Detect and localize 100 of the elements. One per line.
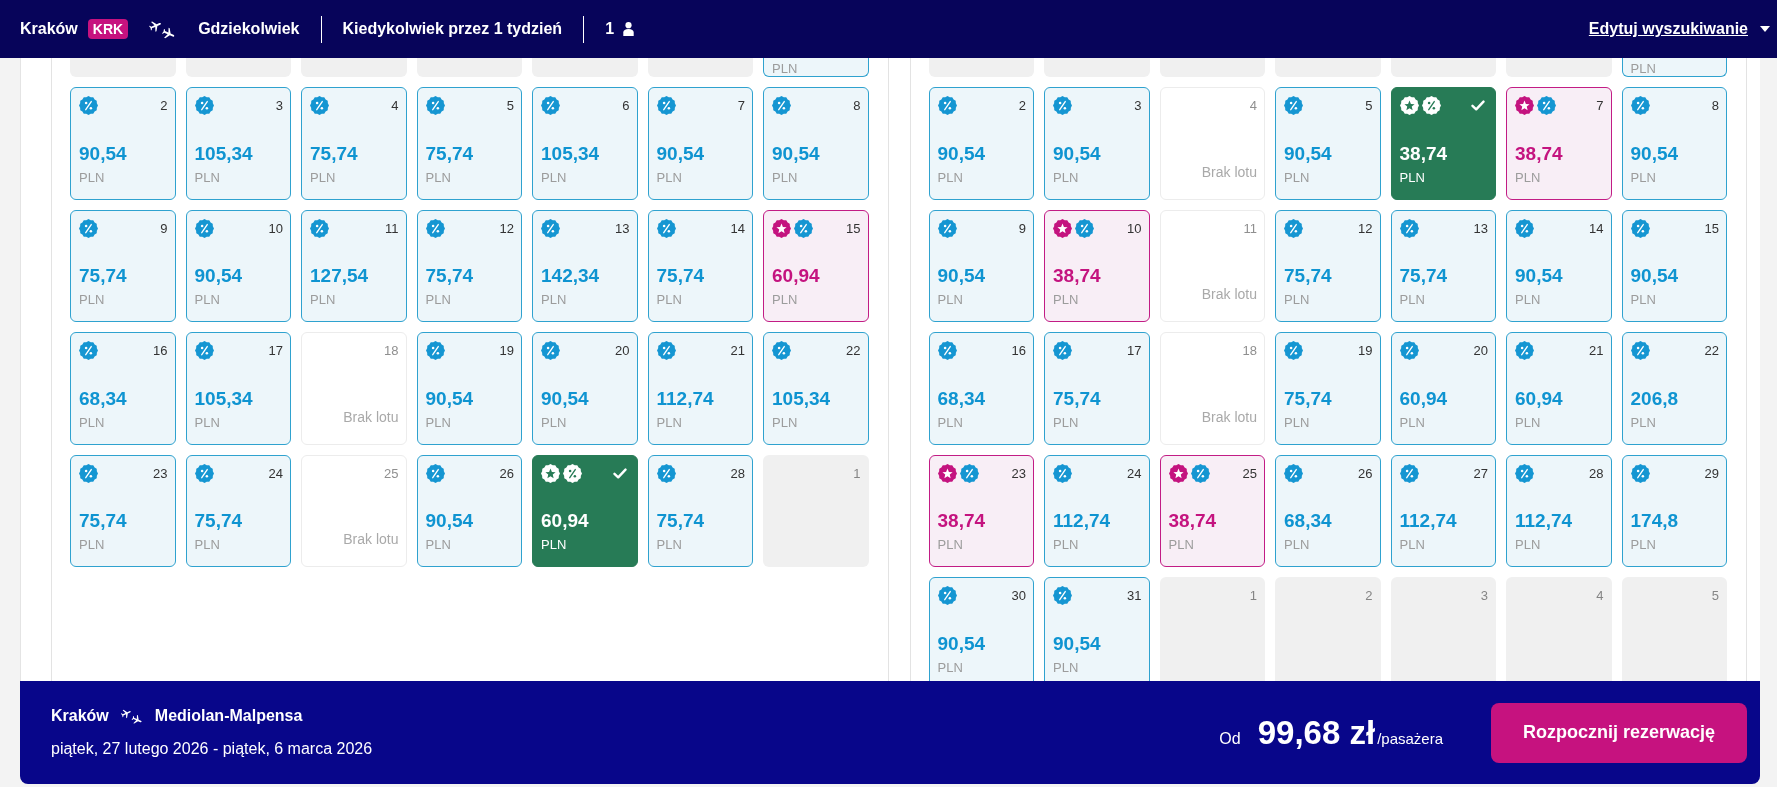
currency-label: PLN xyxy=(772,292,798,307)
fare-day-tile[interactable]: 5 90,54 PLN xyxy=(1275,87,1381,200)
fare-day-tile[interactable]: 13 142,34 PLN xyxy=(532,209,638,322)
fare-day-tile[interactable]: 60,94 PLN xyxy=(532,454,638,567)
fare-day-tile[interactable]: 28 112,74 PLN xyxy=(1506,454,1612,567)
travel-dates: piątek, 27 lutego 2026 - piątek, 6 marca 2026 xyxy=(51,740,373,758)
fare-day-tile[interactable]: 16 68,34 PLN xyxy=(70,332,176,445)
fare-day-tile[interactable]: 28 75,74 PLN xyxy=(647,454,753,567)
fare-day-tile[interactable]: 2 90,54 PLN xyxy=(70,87,176,200)
fare-day-tile[interactable]: 22 105,34 PLN xyxy=(763,332,869,445)
fare-day-tile[interactable]: 7 90,54 PLN xyxy=(647,87,753,200)
fare-day-tile[interactable]: 21 112,74 PLN xyxy=(647,332,753,445)
day-number: 26 xyxy=(499,465,514,481)
fare-day-tile[interactable]: 13 75,74 PLN xyxy=(1390,209,1496,322)
fare-day-tile[interactable]: 21 60,94 PLN xyxy=(1506,332,1612,445)
day-number: 4 xyxy=(1596,588,1604,603)
currency-label: PLN xyxy=(194,537,220,552)
currency-label: PLN xyxy=(1515,537,1541,552)
fare-day-tile[interactable]: 19 75,74 PLN xyxy=(1275,332,1381,445)
fare-day-tile[interactable]: 12 75,74 PLN xyxy=(1275,209,1381,322)
fare-day-tile[interactable]: 22 206,8 PLN xyxy=(1621,332,1727,445)
day-number: 2 xyxy=(1018,98,1026,113)
fare-day-tile[interactable]: 4 75,74 PLN xyxy=(301,87,407,200)
fare-day-tile[interactable]: 20 60,94 PLN xyxy=(1390,332,1496,445)
day-number: 21 xyxy=(1589,343,1604,358)
fare-day-tile[interactable]: 8 90,54 PLN xyxy=(763,87,869,200)
start-booking-button[interactable]: Rozpocznij rezerwację xyxy=(1491,702,1747,763)
day-number: 15 xyxy=(1704,220,1719,236)
fare-day-tile[interactable]: 26 68,34 PLN xyxy=(1275,454,1381,567)
fare-day-tile[interactable]: 20 90,54 PLN xyxy=(532,332,638,445)
fare-price: 90,54 xyxy=(1053,632,1101,655)
fare-day-tile[interactable]: 15 90,54 PLN xyxy=(1621,209,1727,322)
fare-day-tile[interactable]: 3 90,54 PLN xyxy=(1044,87,1150,200)
fare-day-tile[interactable]: 12 75,74 PLN xyxy=(416,209,522,322)
fare-price: 90,54 xyxy=(772,142,820,165)
day-number: 28 xyxy=(730,465,745,481)
fare-day-tile[interactable]: 10 90,54 PLN xyxy=(185,209,291,322)
caret-icon xyxy=(1760,26,1770,32)
day-number: 23 xyxy=(153,465,168,481)
fare-price: 75,74 xyxy=(1399,265,1448,287)
day-number: 21 xyxy=(730,343,745,358)
day-number: 15 xyxy=(846,220,861,236)
fare-price: 75,74 xyxy=(79,265,127,287)
fare-day-tile[interactable]: 2 90,54 PLN xyxy=(928,87,1034,200)
fare-day-tile[interactable]: 8 90,54 PLN xyxy=(1621,87,1727,200)
currency-label: PLN xyxy=(425,414,451,430)
currency-label: PLN xyxy=(656,414,682,430)
currency-label: PLN xyxy=(1630,169,1656,185)
day-number: 24 xyxy=(1127,465,1142,481)
fare-day-tile[interactable]: 5 75,74 PLN xyxy=(416,87,522,200)
passenger-count: 1 xyxy=(605,20,615,38)
fare-price: 68,34 xyxy=(79,387,127,410)
fare-day-tile[interactable]: 9 90,54 PLN xyxy=(928,209,1034,322)
day-number: 22 xyxy=(846,343,861,358)
fare-price: 206,8 xyxy=(1630,387,1679,410)
day-number: 4 xyxy=(1249,98,1257,113)
fare-day-tile[interactable]: 10 38,74 PLN xyxy=(1044,209,1150,322)
fare-price: 75,74 xyxy=(656,265,705,287)
fare-day-tile[interactable]: 26 90,54 PLN xyxy=(416,454,522,567)
day-number: 7 xyxy=(1596,98,1604,113)
fare-day-tile[interactable]: 19 90,54 PLN xyxy=(416,332,522,445)
currency-label: PLN xyxy=(310,292,336,307)
travel-dates: Kiedykolwiek przez 1 tydzień xyxy=(342,20,563,38)
fare-day-tile[interactable]: 23 38,74 PLN xyxy=(928,454,1034,567)
fare-day-tile[interactable]: 11 127,54 PLN xyxy=(301,209,407,322)
fare-price: 105,34 xyxy=(541,142,600,165)
fare-day-tile[interactable]: 15 60,94 PLN xyxy=(763,209,869,322)
fare-day-tile[interactable]: 25 38,74 PLN xyxy=(1159,454,1265,567)
fare-day-tile[interactable]: 30 90,54 PLN xyxy=(928,577,1034,681)
fare-day-tile[interactable]: 3 105,34 PLN xyxy=(185,87,291,200)
fare-price: 90,54 xyxy=(1630,265,1679,287)
fare-day-tile[interactable]: 29 174,8 PLN xyxy=(1621,454,1727,567)
fare-day-tile[interactable]: 17 105,34 PLN xyxy=(185,332,291,445)
currency-label: PLN xyxy=(1053,169,1079,185)
day-number: 14 xyxy=(1589,220,1604,236)
day-number: 6 xyxy=(622,98,630,113)
currency-label: PLN xyxy=(1284,292,1310,307)
fare-day-tile[interactable]: 17 75,74 PLN xyxy=(1044,332,1150,445)
fare-day-tile[interactable]: 16 68,34 PLN xyxy=(928,332,1034,445)
fare-day-tile[interactable]: 27 112,74 PLN xyxy=(1390,454,1496,567)
day-number: 10 xyxy=(268,220,283,236)
fare-day-tile[interactable]: 24 75,74 PLN xyxy=(185,454,291,567)
fare-day-tile[interactable]: 7 38,74 PLN xyxy=(1506,87,1612,200)
fare-day-tile[interactable]: 14 75,74 PLN xyxy=(647,209,753,322)
currency-label: PLN xyxy=(79,169,105,185)
currency-label: PLN xyxy=(772,414,798,430)
fare-day-tile[interactable]: 9 75,74 PLN xyxy=(70,209,176,322)
fare-day-tile[interactable]: 38,74 PLN xyxy=(1390,87,1496,200)
star-badge-icon xyxy=(772,218,791,238)
fare-day-tile[interactable]: 14 90,54 PLN xyxy=(1506,209,1612,322)
fare-price: 38,74 xyxy=(1053,265,1101,287)
fare-price: 38,74 xyxy=(1515,142,1563,165)
no-flight-label: Brak lotu xyxy=(1201,408,1257,425)
currency-label: PLN xyxy=(1168,537,1194,552)
fare-day-tile[interactable]: 24 112,74 PLN xyxy=(1044,454,1150,567)
fare-price: 127,54 xyxy=(310,265,369,287)
fare-day-tile[interactable]: 23 75,74 PLN xyxy=(70,454,176,567)
fare-day-tile[interactable]: 31 90,54 PLN xyxy=(1044,577,1150,681)
edit-search-link[interactable]: Edytuj wyszukiwanie xyxy=(1588,20,1770,38)
fare-day-tile[interactable]: 6 105,34 PLN xyxy=(532,87,638,200)
